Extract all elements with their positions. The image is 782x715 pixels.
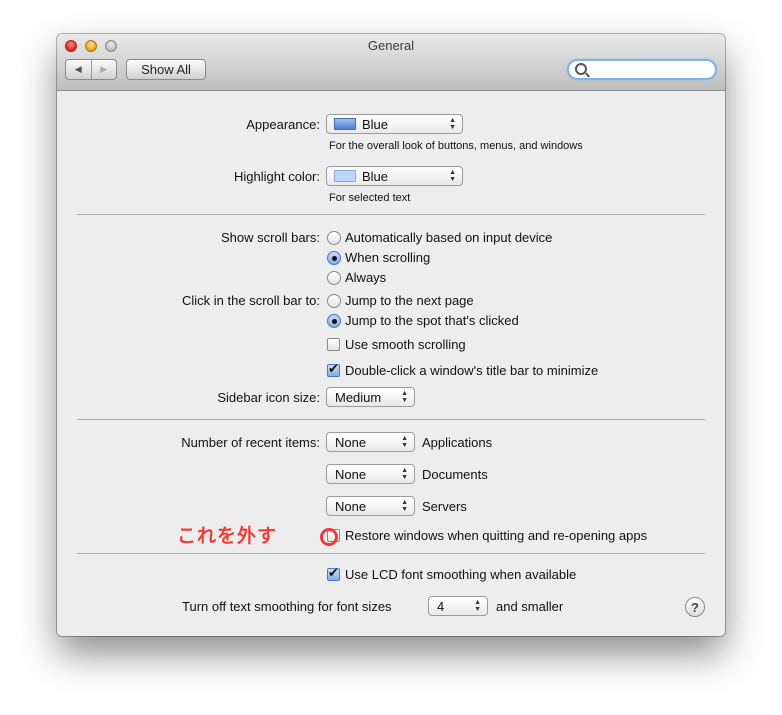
highlight-label: Highlight color: — [234, 169, 320, 184]
scroll-bars-label: Show scroll bars: — [221, 230, 320, 245]
radio-icon — [327, 270, 341, 285]
forward-arrow-icon[interactable]: ▶ — [90, 60, 117, 79]
popup-arrows-icon: ▲ ▼ — [449, 169, 456, 183]
radio-icon — [327, 230, 341, 245]
preferences-window: General ◀ ▶ Show All Appearance: Blue ▲ ▼… — [57, 34, 725, 636]
font-size-value: 4 — [437, 598, 445, 614]
checkbox-label: Restore windows when quitting and re-ope… — [345, 528, 648, 543]
radio-label: Always — [345, 270, 387, 285]
radio-selected-icon — [327, 250, 341, 265]
show-all-button[interactable]: Show All — [126, 59, 206, 80]
lcd-smoothing-checkbox[interactable]: Use LCD font smoothing when available — [327, 565, 577, 582]
recent-documents-label: Documents — [422, 467, 488, 482]
annotation-text: これを外す — [177, 525, 278, 547]
radio-label: Jump to the spot that's clicked — [345, 313, 519, 328]
radio-scroll-when-scrolling[interactable]: When scrolling — [327, 250, 430, 265]
radio-label: Automatically based on input device — [345, 230, 553, 245]
popup-value: None — [335, 434, 367, 450]
highlight-popup[interactable]: Blue ▲ ▼ — [326, 166, 463, 186]
radio-selected-icon — [327, 313, 341, 328]
separator — [77, 419, 705, 420]
appearance-swatch — [334, 118, 356, 130]
recent-documents-popup[interactable]: None ▲ ▼ — [326, 464, 415, 484]
popup-arrows-icon: ▲ ▼ — [401, 435, 408, 449]
text-smoothing-label: Turn off text smoothing for font sizes — [182, 599, 392, 614]
back-forward-control: ◀ ▶ — [65, 59, 117, 80]
radio-scroll-always[interactable]: Always — [327, 270, 386, 285]
recent-items-label: Number of recent items: — [181, 435, 320, 450]
popup-value: None — [335, 466, 367, 482]
search-field[interactable] — [567, 59, 717, 80]
click-scroll-label: Click in the scroll bar to: — [182, 293, 320, 308]
smooth-scrolling-checkbox[interactable]: Use smooth scrolling — [327, 337, 466, 352]
font-size-popup[interactable]: 4 ▲ ▼ — [428, 596, 488, 616]
restore-windows-checkbox[interactable]: Restore windows when quitting and re-ope… — [327, 528, 647, 543]
checkbox-label: Use smooth scrolling — [345, 337, 466, 352]
highlight-value: Blue — [362, 168, 389, 184]
sidebar-size-value: Medium — [335, 389, 382, 405]
double-click-minimize-checkbox[interactable]: Double-click a window's title bar to min… — [327, 361, 599, 378]
title-bar[interactable]: General ◀ ▶ Show All — [57, 34, 725, 91]
radio-scroll-automatic[interactable]: Automatically based on input device — [327, 230, 552, 245]
text-smoothing-suffix: and smaller — [496, 599, 564, 614]
checkbox-label: Use LCD font smoothing when available — [345, 567, 577, 582]
radio-label: Jump to the next page — [345, 293, 474, 308]
checkbox-checked-icon — [327, 361, 340, 377]
radio-icon — [327, 293, 341, 308]
checkbox-checked-icon — [327, 565, 340, 581]
help-button[interactable]: ? — [685, 597, 705, 617]
checkbox-label: Double-click a window's title bar to min… — [345, 363, 599, 378]
appearance-popup[interactable]: Blue ▲ ▼ — [326, 114, 463, 134]
appearance-hint: For the overall look of buttons, menus, … — [329, 140, 583, 152]
highlight-hint: For selected text — [329, 192, 411, 204]
sidebar-size-label: Sidebar icon size: — [217, 390, 320, 405]
recent-applications-popup[interactable]: None ▲ ▼ — [326, 432, 415, 452]
popup-value: None — [335, 498, 367, 514]
recent-servers-popup[interactable]: None ▲ ▼ — [326, 496, 415, 516]
radio-jump-next-page[interactable]: Jump to the next page — [327, 293, 474, 308]
sidebar-size-popup[interactable]: Medium ▲ ▼ — [326, 387, 415, 407]
recent-servers-label: Servers — [422, 499, 467, 514]
back-arrow-icon[interactable]: ◀ — [66, 60, 91, 79]
popup-arrows-icon: ▲ ▼ — [401, 499, 408, 513]
popup-arrows-icon: ▲ ▼ — [401, 467, 408, 481]
checkbox-icon — [327, 338, 340, 351]
appearance-value: Blue — [362, 116, 389, 132]
highlight-swatch — [334, 170, 356, 182]
appearance-label: Appearance: — [246, 117, 320, 132]
separator — [77, 214, 705, 215]
popup-arrows-icon: ▲ ▼ — [474, 599, 481, 613]
search-icon — [575, 63, 587, 75]
recent-applications-label: Applications — [422, 435, 493, 450]
popup-arrows-icon: ▲ ▼ — [449, 117, 456, 131]
separator — [77, 553, 705, 554]
radio-jump-to-spot[interactable]: Jump to the spot that's clicked — [327, 313, 519, 328]
search-input[interactable] — [589, 61, 713, 80]
popup-arrows-icon: ▲ ▼ — [401, 390, 408, 404]
window-title: General — [367, 38, 415, 53]
radio-label: When scrolling — [345, 250, 431, 265]
annotation-circle — [320, 528, 338, 546]
